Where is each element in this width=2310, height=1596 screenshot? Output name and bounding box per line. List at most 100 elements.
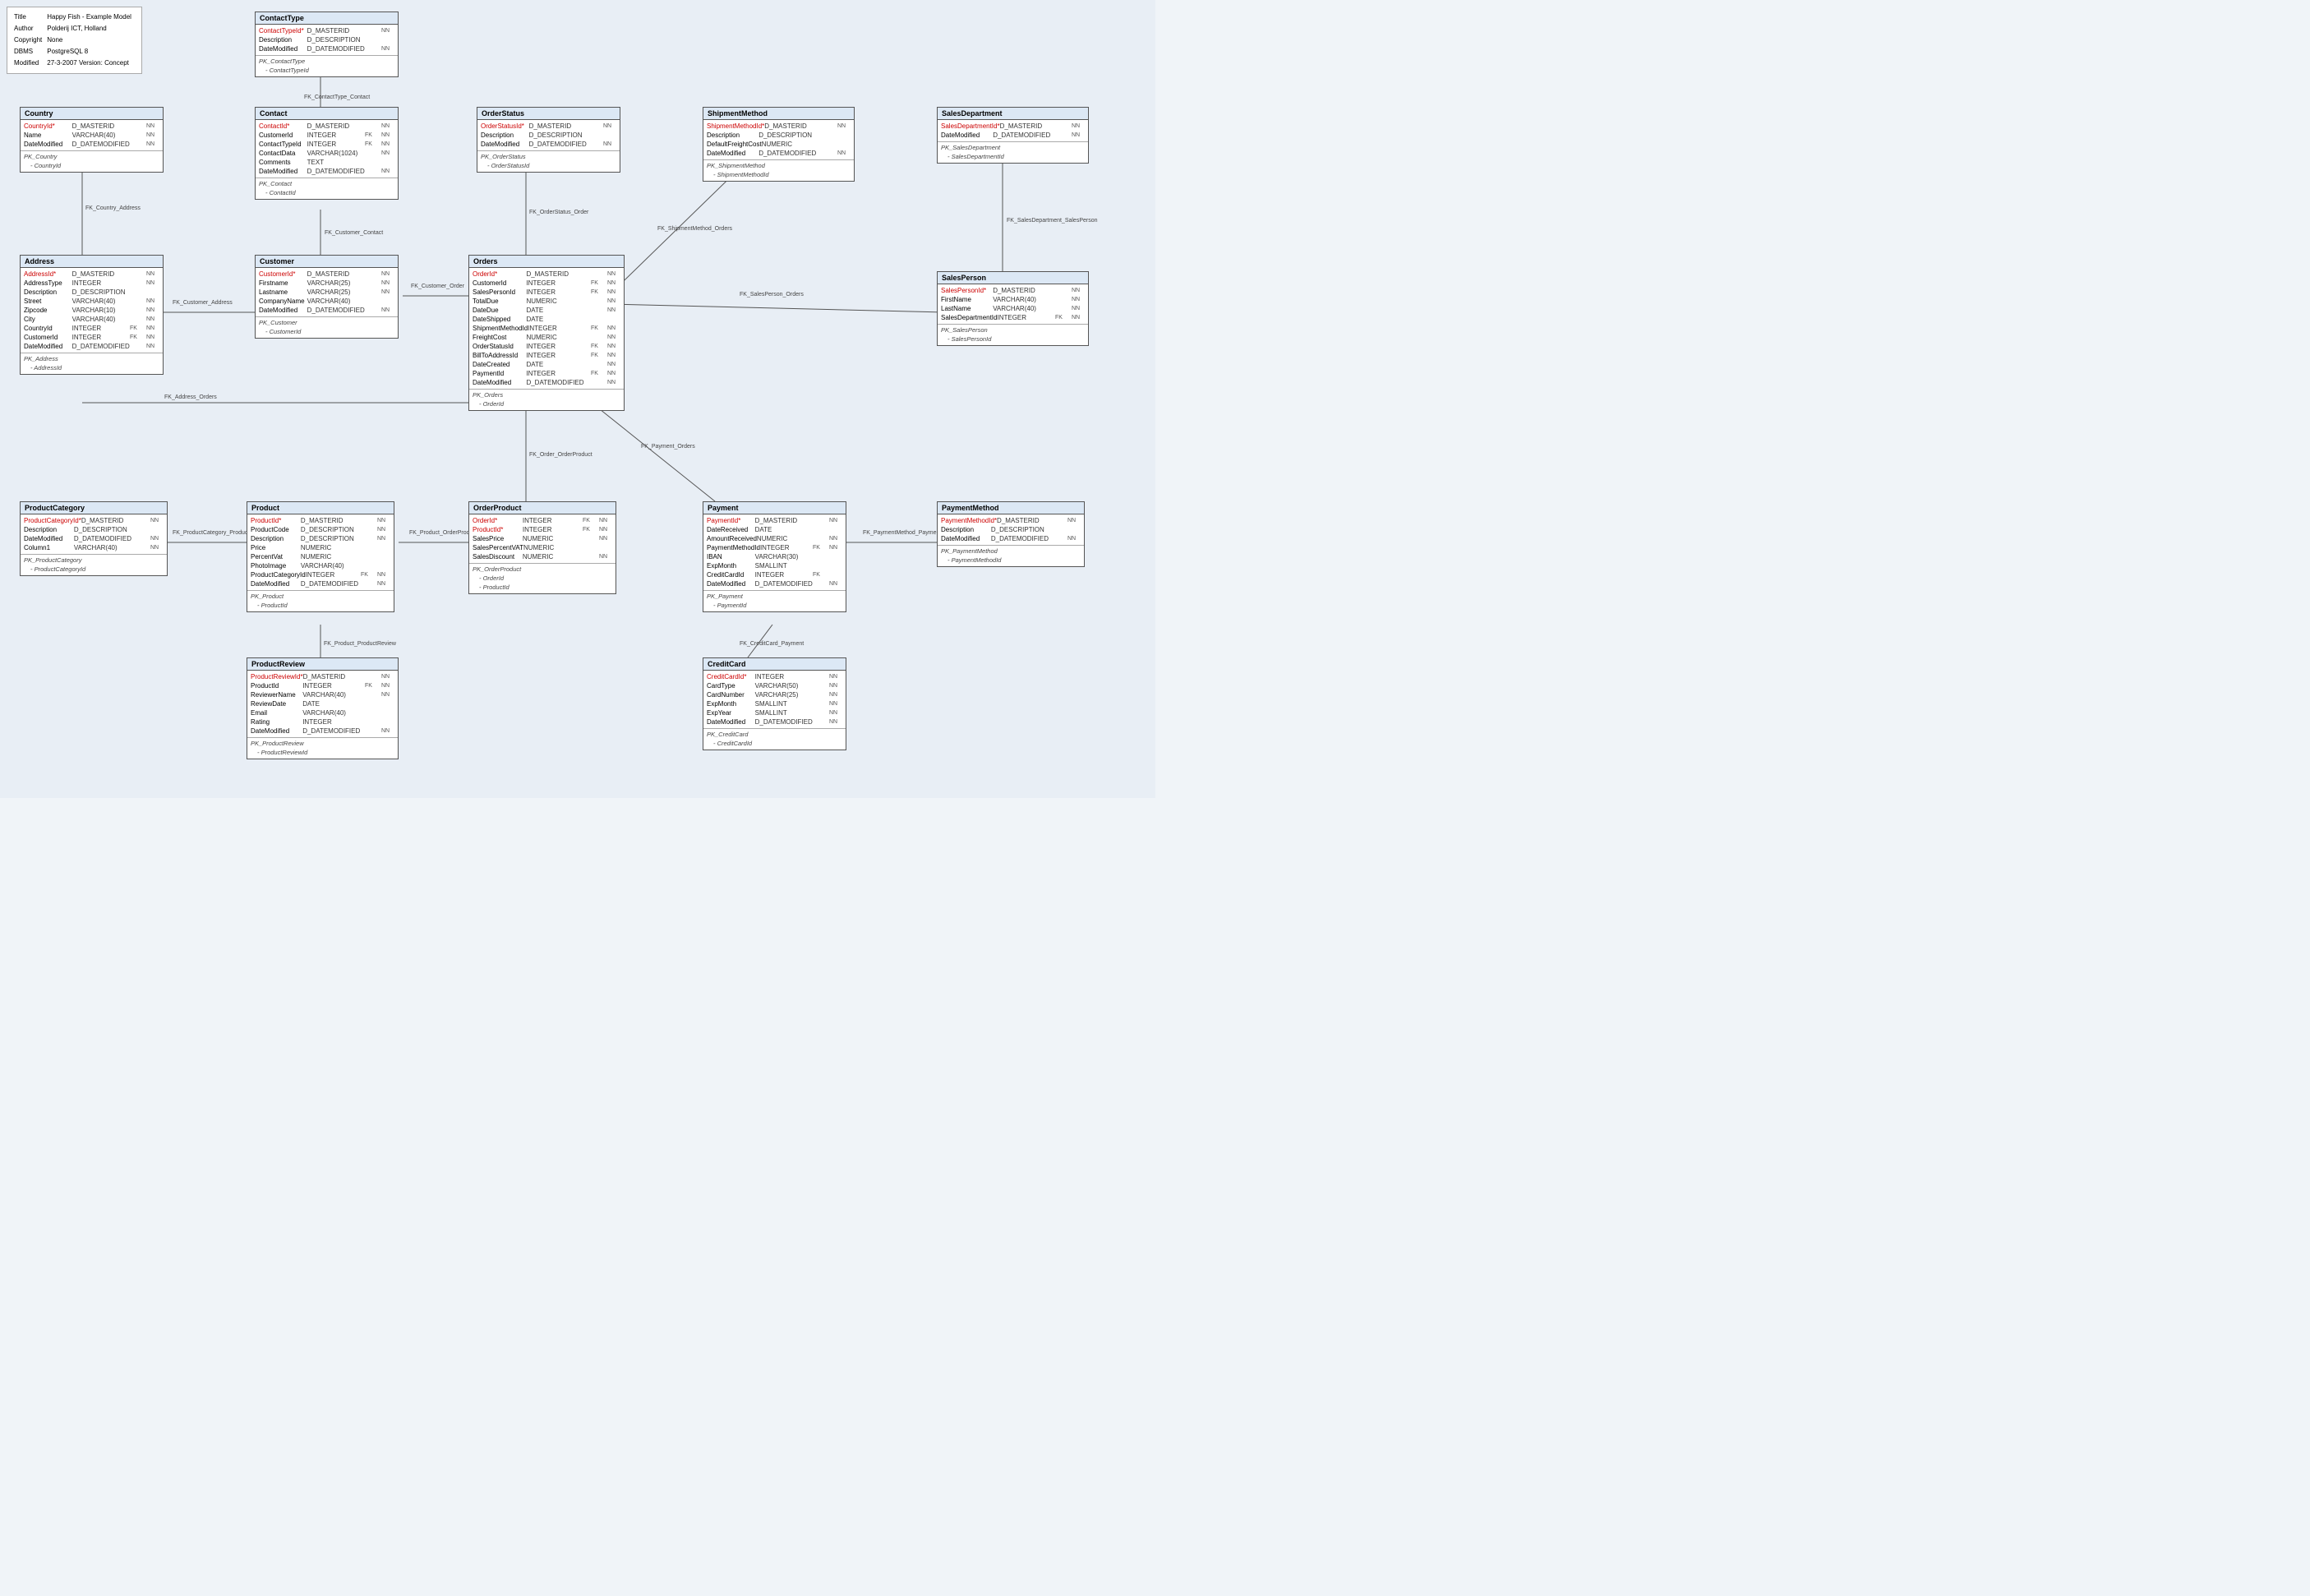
entity-row: OrderStatusId* D_MASTERID NN bbox=[477, 122, 620, 131]
entity-row: ShipmentMethodId* D_MASTERID NN bbox=[703, 122, 854, 131]
entity-row: DateModified D_DATEMODIFIED NN bbox=[256, 44, 398, 53]
entity-row: ContactTypeId INTEGER FK NN bbox=[256, 140, 398, 149]
entity-shipmentmethod-header: ShipmentMethod bbox=[703, 108, 854, 120]
svg-text:FK_Product_ProductReview: FK_Product_ProductReview bbox=[324, 641, 397, 647]
entity-paymentmethod-body: PaymentMethodId* D_MASTERID NN Descripti… bbox=[938, 514, 1084, 566]
entity-row: Description D_DESCRIPTION bbox=[256, 35, 398, 44]
entity-row: FirstName VARCHAR(40) NN bbox=[938, 295, 1088, 304]
entity-row: Zipcode VARCHAR(10) NN bbox=[21, 306, 163, 315]
entity-customer-header: Customer bbox=[256, 256, 398, 268]
pk-field: - ProductId bbox=[247, 601, 394, 610]
entity-row: OrderId* INTEGER FK NN bbox=[469, 516, 616, 525]
pk-field: - PaymentMethodId bbox=[938, 556, 1084, 565]
entity-row: DateModified D_DATEMODIFIED NN bbox=[477, 140, 620, 149]
svg-text:FK_PaymentMethod_Payment: FK_PaymentMethod_Payment bbox=[863, 530, 941, 536]
pk-section: PK_CreditCard bbox=[703, 728, 846, 739]
entity-orders-header: Orders bbox=[469, 256, 624, 268]
entity-row: PaymentMethodId* D_MASTERID NN bbox=[938, 516, 1084, 525]
pk-field: - ProductId bbox=[469, 583, 616, 592]
entity-product-header: Product bbox=[247, 502, 394, 514]
entity-address-body: AddressId* D_MASTERID NN AddressType INT… bbox=[21, 268, 163, 374]
entity-creditcard-header: CreditCard bbox=[703, 658, 846, 671]
entity-row: DateModified D_DATEMODIFIED NN bbox=[469, 378, 624, 387]
pk-section: PK_ContactType bbox=[256, 55, 398, 66]
pk-field: - CreditCardId bbox=[703, 739, 846, 748]
pk-field: - CustomerId bbox=[256, 327, 398, 336]
entity-row: DateCreated DATE NN bbox=[469, 360, 624, 369]
entity-orderproduct-body: OrderId* INTEGER FK NN ProductId* INTEGE… bbox=[469, 514, 616, 593]
entity-customer-body: CustomerId* D_MASTERID NN Firstname VARC… bbox=[256, 268, 398, 338]
info-copyright-label: Copyright bbox=[14, 35, 45, 45]
entity-row: AmountReceived NUMERIC NN bbox=[703, 534, 846, 543]
info-box: TitleHappy Fish - Example Model AuthorPo… bbox=[7, 7, 142, 74]
entity-row: CreditCardId INTEGER FK bbox=[703, 570, 846, 579]
entity-row: Column1 VARCHAR(40) NN bbox=[21, 543, 167, 552]
entity-row: PaymentId INTEGER FK NN bbox=[469, 369, 624, 378]
entity-contacttype-header: ContactType bbox=[256, 12, 398, 25]
svg-text:FK_ProductCategory_Product: FK_ProductCategory_Product bbox=[173, 530, 249, 536]
entity-row: PhotoImage VARCHAR(40) bbox=[247, 561, 394, 570]
entity-orderproduct-header: OrderProduct bbox=[469, 502, 616, 514]
pk-section: PK_ProductCategory bbox=[21, 554, 167, 565]
entity-paymentmethod-header: PaymentMethod bbox=[938, 502, 1084, 514]
entity-row: ContactTypeId* D_MASTERID NN bbox=[256, 26, 398, 35]
pk-field: - CountryId bbox=[21, 161, 163, 170]
entity-row: ProductId* INTEGER FK NN bbox=[469, 525, 616, 534]
entity-row: ProductCategoryId INTEGER FK NN bbox=[247, 570, 394, 579]
entity-row: CountryId* D_MASTERID NN bbox=[21, 122, 163, 131]
svg-text:FK_Customer_Address: FK_Customer_Address bbox=[173, 300, 233, 306]
entity-row: ExpMonth SMALLINT NN bbox=[703, 699, 846, 708]
entity-row: AddressId* D_MASTERID NN bbox=[21, 270, 163, 279]
entity-row: Street VARCHAR(40) NN bbox=[21, 297, 163, 306]
entity-contacttype-body: ContactTypeId* D_MASTERID NN Description… bbox=[256, 25, 398, 76]
entity-row: City VARCHAR(40) NN bbox=[21, 315, 163, 324]
svg-text:FK_OrderStatus_Order: FK_OrderStatus_Order bbox=[529, 210, 589, 215]
info-modified-value: 27-3-2007 Version: Concept bbox=[47, 58, 135, 68]
entity-row: OrderStatusId INTEGER FK NN bbox=[469, 342, 624, 351]
entity-row: DateModified D_DATEMODIFIED NN bbox=[247, 579, 394, 588]
entity-row: SalesDepartmentId* D_MASTERID NN bbox=[938, 122, 1088, 131]
entity-country-header: Country bbox=[21, 108, 163, 120]
entity-row: ContactData VARCHAR(1024) NN bbox=[256, 149, 398, 158]
entity-productreview: ProductReview ProductReviewId* D_MASTERI… bbox=[247, 657, 399, 759]
entity-row: SalesPrice NUMERIC NN bbox=[469, 534, 616, 543]
pk-section: PK_SalesDepartment bbox=[938, 141, 1088, 152]
pk-field: - ContactId bbox=[256, 188, 398, 197]
entity-row: ProductReviewId* D_MASTERID NN bbox=[247, 672, 398, 681]
entity-shipmentmethod-body: ShipmentMethodId* D_MASTERID NN Descript… bbox=[703, 120, 854, 181]
entity-row: ReviewDate DATE bbox=[247, 699, 398, 708]
svg-text:FK_Order_OrderProduct: FK_Order_OrderProduct bbox=[529, 452, 592, 458]
entity-row: Description D_DESCRIPTION bbox=[938, 525, 1084, 534]
entity-row: DateDue DATE NN bbox=[469, 306, 624, 315]
entity-row: DateModified D_DATEMODIFIED NN bbox=[21, 534, 167, 543]
entity-productreview-body: ProductReviewId* D_MASTERID NN ProductId… bbox=[247, 671, 398, 759]
entity-row: ExpYear SMALLINT NN bbox=[703, 708, 846, 717]
entity-address: Address AddressId* D_MASTERID NN Address… bbox=[20, 255, 164, 375]
pk-field: - SalesPersonId bbox=[938, 334, 1088, 344]
entity-row: LastName VARCHAR(40) NN bbox=[938, 304, 1088, 313]
entity-salesperson: SalesPerson SalesPersonId* D_MASTERID NN… bbox=[937, 271, 1089, 346]
entity-contact-body: ContactId* D_MASTERID NN CustomerId INTE… bbox=[256, 120, 398, 199]
entity-row: CustomerId INTEGER FK NN bbox=[469, 279, 624, 288]
entity-row: PaymentId* D_MASTERID NN bbox=[703, 516, 846, 525]
entity-country: Country CountryId* D_MASTERID NN Name VA… bbox=[20, 107, 164, 173]
entity-row: ProductId INTEGER FK NN bbox=[247, 681, 398, 690]
entity-paymentmethod: PaymentMethod PaymentMethodId* D_MASTERI… bbox=[937, 501, 1085, 567]
svg-text:FK_Address_Orders: FK_Address_Orders bbox=[164, 394, 217, 400]
entity-product: Product ProductId* D_MASTERID NN Product… bbox=[247, 501, 394, 612]
pk-section: PK_SalesPerson bbox=[938, 324, 1088, 334]
entity-productcategory-header: ProductCategory bbox=[21, 502, 167, 514]
entity-row: ProductCategoryId* D_MASTERID NN bbox=[21, 516, 167, 525]
entity-row: ProductId* D_MASTERID NN bbox=[247, 516, 394, 525]
entity-row: ProductCode D_DESCRIPTION NN bbox=[247, 525, 394, 534]
entity-productcategory-body: ProductCategoryId* D_MASTERID NN Descrip… bbox=[21, 514, 167, 575]
entity-row: DateShipped DATE bbox=[469, 315, 624, 324]
entity-salesperson-body: SalesPersonId* D_MASTERID NN FirstName V… bbox=[938, 284, 1088, 345]
entity-address-header: Address bbox=[21, 256, 163, 268]
entity-row: ShipmentMethodId INTEGER FK NN bbox=[469, 324, 624, 333]
entity-row: SalesDiscount NUMERIC NN bbox=[469, 552, 616, 561]
entity-row: SalesPersonId INTEGER FK NN bbox=[469, 288, 624, 297]
entity-row: Firstname VARCHAR(25) NN bbox=[256, 279, 398, 288]
entity-row: Description D_DESCRIPTION bbox=[703, 131, 854, 140]
entity-payment-header: Payment bbox=[703, 502, 846, 514]
